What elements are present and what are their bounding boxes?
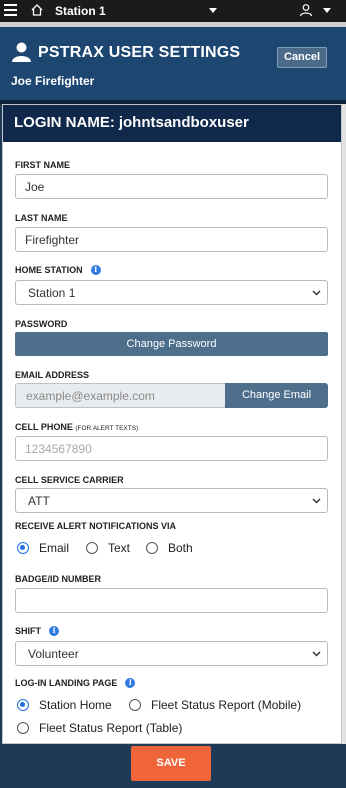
shift-label: SHIFT i	[15, 626, 59, 636]
radio-button[interactable]	[17, 542, 29, 554]
first-name-label: FIRST NAME	[15, 160, 70, 170]
radio-button[interactable]	[86, 542, 98, 554]
badge-field[interactable]	[15, 588, 328, 613]
login-name-label: LOGIN NAME:	[14, 114, 115, 131]
save-button[interactable]: SAVE	[131, 746, 211, 781]
scrollbar[interactable]	[342, 104, 346, 744]
alert-radio-text[interactable]: Text	[86, 541, 130, 555]
chevron-down-icon	[312, 290, 321, 296]
home-station-select[interactable]: Station 1	[15, 280, 328, 305]
landing-radio-fleet-mobile[interactable]: Fleet Status Report (Mobile)	[129, 698, 301, 712]
info-icon[interactable]: i	[49, 626, 59, 636]
alerts-label: RECEIVE ALERT NOTIFICATIONS VIA	[15, 521, 177, 531]
alert-option-label: Email	[39, 541, 70, 555]
alert-radio-both[interactable]: Both	[146, 541, 193, 555]
settings-form-panel: LOGIN NAME: johntsandboxuser FIRST NAME J…	[2, 104, 342, 744]
landing-radio-station-home[interactable]: Station Home	[17, 698, 112, 712]
landing-radio-fleet-table[interactable]: Fleet Status Report (Table)	[17, 721, 182, 735]
login-name-header: LOGIN NAME: johntsandboxuser	[3, 105, 341, 142]
cell-phone-field[interactable]: 1234567890	[15, 436, 328, 461]
alert-option-label: Text	[108, 541, 131, 555]
chevron-down-icon[interactable]	[323, 8, 331, 13]
password-label: PASSWORD	[15, 319, 68, 329]
page-title: PSTRAX USER SETTINGS	[38, 44, 241, 61]
first-name-field[interactable]: Joe	[15, 174, 328, 199]
cell-phone-label: CELL PHONE (FOR ALERT TEXTS)	[15, 422, 138, 432]
chevron-down-icon	[312, 498, 321, 504]
carrier-label: CELL SERVICE CARRIER	[15, 475, 124, 485]
cancel-button[interactable]: Cancel	[277, 47, 327, 68]
home-icon[interactable]	[30, 3, 44, 17]
last-name-field[interactable]: Firefighter	[15, 227, 328, 252]
radio-button[interactable]	[17, 699, 29, 711]
top-nav-bar: Station 1	[0, 0, 346, 22]
radio-button[interactable]	[129, 699, 141, 711]
info-icon[interactable]: i	[125, 678, 136, 688]
cell-phone-sublabel: (FOR ALERT TEXTS)	[75, 425, 139, 432]
home-station-label: HOME STATION i	[15, 265, 101, 275]
alert-option-label: Both	[168, 541, 193, 555]
chevron-down-icon	[312, 651, 321, 657]
shift-value: Volunteer	[28, 647, 79, 661]
landing-option-label: Fleet Status Report (Table)	[39, 721, 183, 735]
alert-radio-email[interactable]: Email	[17, 541, 69, 555]
carrier-select[interactable]: ATT	[15, 488, 328, 513]
cell-phone-label-text: CELL PHONE	[15, 422, 73, 432]
settings-header: PSTRAX USER SETTINGS Joe Firefighter Can…	[0, 27, 346, 100]
landing-page-label-text: LOG-IN LANDING PAGE	[15, 678, 118, 688]
carrier-value: ATT	[28, 494, 50, 508]
badge-label: BADGE/ID NUMBER	[15, 574, 102, 584]
change-password-button[interactable]: Change Password	[15, 332, 328, 356]
landing-option-label: Station Home	[39, 698, 112, 712]
email-field[interactable]: example@example.com	[15, 383, 225, 408]
last-name-label: LAST NAME	[15, 213, 68, 223]
station-selector-label[interactable]: Station 1	[55, 4, 106, 18]
landing-page-label: LOG-IN LANDING PAGE i	[15, 678, 136, 688]
email-label: EMAIL ADDRESS	[15, 370, 90, 380]
radio-button[interactable]	[17, 722, 29, 734]
hamburger-menu-icon[interactable]	[4, 4, 17, 16]
landing-option-label: Fleet Status Report (Mobile)	[151, 698, 302, 712]
radio-button[interactable]	[146, 542, 158, 554]
user-icon[interactable]	[299, 3, 313, 17]
chevron-down-icon[interactable]	[209, 8, 217, 13]
info-icon[interactable]: i	[90, 265, 101, 275]
user-full-name: Joe Firefighter	[11, 74, 95, 88]
home-station-label-text: HOME STATION	[15, 265, 83, 275]
login-name-value: johntsandboxuser	[118, 114, 249, 131]
shift-label-text: SHIFT	[15, 626, 41, 636]
shift-select[interactable]: Volunteer	[15, 641, 328, 666]
user-icon	[12, 42, 31, 62]
change-email-button[interactable]: Change Email	[225, 383, 328, 408]
home-station-value: Station 1	[28, 286, 76, 300]
